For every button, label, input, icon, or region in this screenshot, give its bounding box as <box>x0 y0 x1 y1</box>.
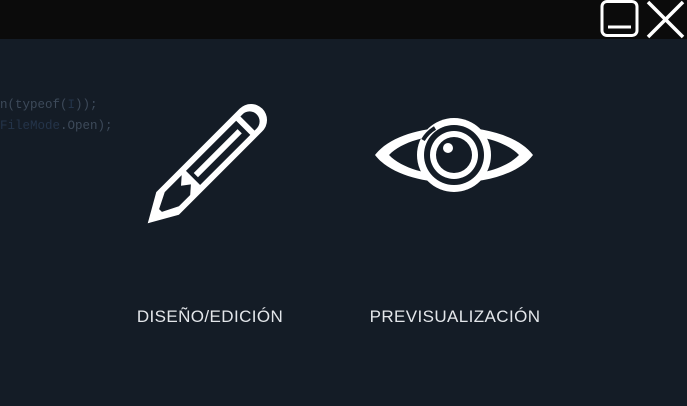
code-line-2: FileMode.Open); <box>0 119 113 133</box>
title-bar <box>0 0 687 39</box>
pencil-icon <box>147 103 268 224</box>
minimize-button[interactable] <box>599 0 641 39</box>
close-icon <box>646 0 685 39</box>
close-button[interactable] <box>644 0 687 39</box>
design-edit-label: DISEÑO/EDICIÓN <box>136 307 284 326</box>
background-code-snippet: n(typeof(I)); FileMode.Open); <box>0 95 113 137</box>
eye-icon <box>375 118 533 192</box>
code-line-1: n(typeof(I)); <box>0 98 98 112</box>
design-edit-option[interactable]: DISEÑO/EDICIÓN <box>110 70 310 340</box>
app-window: n(typeof(I)); FileMode.Open); DISEÑO/EDIC… <box>0 0 687 406</box>
preview-label: PREVISUALIZACIÓN <box>369 307 541 326</box>
minimize-icon <box>600 0 639 37</box>
preview-option[interactable]: PREVISUALIZACIÓN <box>345 70 565 340</box>
